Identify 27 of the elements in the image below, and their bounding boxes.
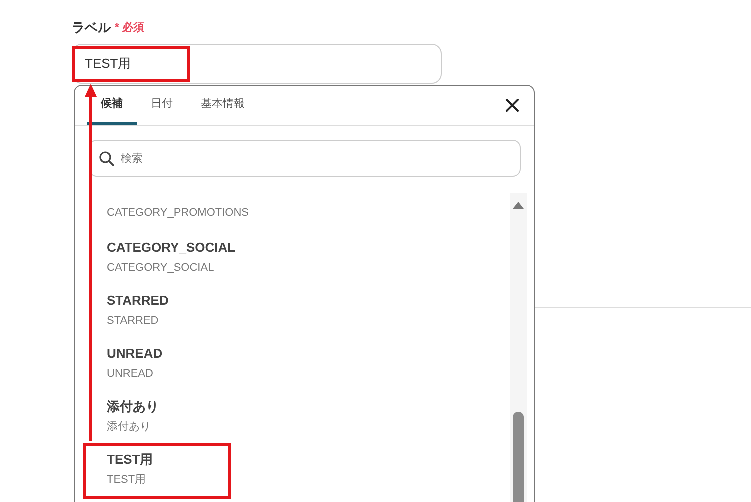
option-value: 添付あり bbox=[107, 420, 152, 435]
search-field[interactable]: 検索 bbox=[89, 140, 521, 177]
field-label: ラベル bbox=[72, 19, 111, 38]
option-title: STARRED bbox=[107, 292, 170, 310]
option-item[interactable]: TEST用 TEST用 bbox=[75, 443, 510, 496]
option-title: UNREAD bbox=[107, 345, 164, 363]
option-item[interactable]: CATEGORY_SOCIAL CATEGORY_SOCIAL bbox=[75, 231, 510, 284]
option-title: 添付あり bbox=[107, 398, 160, 416]
option-title: TEST用 bbox=[107, 451, 154, 469]
option-item[interactable]: UNREAD UNREAD bbox=[75, 337, 510, 390]
option-value: UNREAD bbox=[107, 367, 154, 382]
option-item[interactable]: 添付あり 添付あり bbox=[75, 390, 510, 443]
tab[interactable]: 基本情報 bbox=[187, 86, 259, 125]
option-item[interactable]: STARRED STARRED bbox=[75, 284, 510, 337]
text-field[interactable]: TEST用 bbox=[72, 44, 442, 84]
option-value: CATEGORY_PROMOTIONS bbox=[107, 206, 250, 221]
tab[interactable]: 日付 bbox=[137, 86, 187, 125]
close-icon bbox=[505, 98, 520, 113]
option-value: CATEGORY_SOCIAL bbox=[107, 261, 216, 276]
scroll-up-icon[interactable] bbox=[512, 201, 525, 210]
option-value: STARRED bbox=[107, 314, 160, 329]
option-title: CATEGORY_SOCIAL bbox=[107, 239, 237, 257]
required-marker: * 必須 bbox=[115, 20, 144, 36]
option-value: TEST用 bbox=[107, 473, 148, 488]
scrollbar[interactable] bbox=[510, 193, 527, 502]
scroll-thumb[interactable] bbox=[513, 412, 524, 502]
option-item[interactable]: CATEGORY_PROMOTIONS bbox=[75, 193, 510, 231]
